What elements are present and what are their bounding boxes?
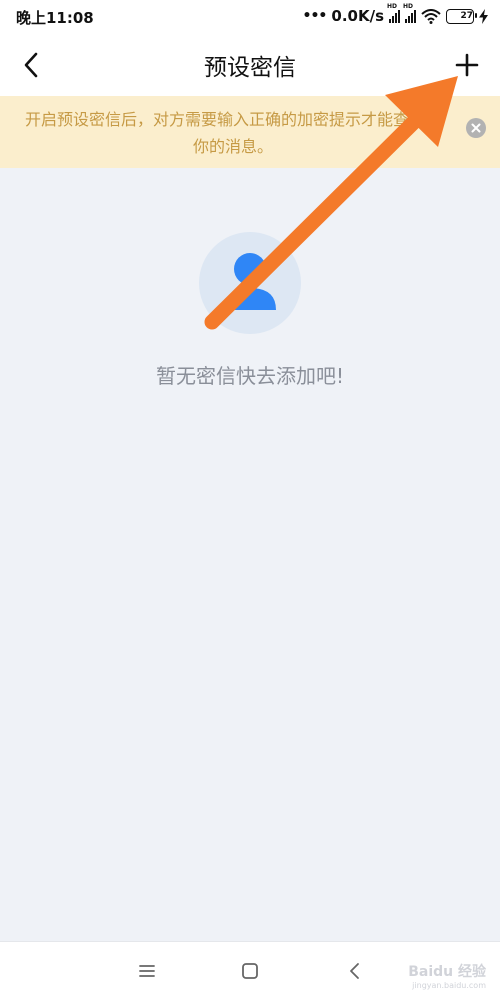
menu-button[interactable] xyxy=(134,958,160,984)
page-title: 预设密信 xyxy=(204,55,296,81)
menu-icon xyxy=(139,965,155,977)
wifi-icon xyxy=(421,8,441,24)
notice-banner: 开启预设密信后，对方需要输入正确的加密提示才能查看到你的消息。 xyxy=(0,96,500,168)
watermark-subtext: jingyan.baidu.com xyxy=(412,981,486,990)
plus-icon xyxy=(455,53,479,77)
signal-icon: HD xyxy=(387,3,400,23)
back-icon xyxy=(350,963,359,979)
system-back-button[interactable] xyxy=(342,958,368,984)
signal-icon-2: HD xyxy=(403,3,416,23)
status-indicators: ••• 0.0K/s HD HD 27 xyxy=(302,3,488,25)
empty-avatar xyxy=(199,232,301,334)
system-nav-bar: Baidu 经验 jingyan.baidu.com xyxy=(0,941,500,1000)
home-icon xyxy=(242,963,258,979)
home-button[interactable] xyxy=(237,958,263,984)
battery-level: 27 xyxy=(460,11,473,21)
notice-text: 开启预设密信后，对方需要输入正确的加密提示才能查看到你的消息。 xyxy=(24,110,441,156)
add-button[interactable] xyxy=(452,48,482,82)
network-speed: 0.0K/s xyxy=(331,7,384,25)
person-icon xyxy=(224,253,276,310)
empty-state: 暂无密信快去添加吧! xyxy=(0,232,500,402)
status-bar: 晚上11:08 ••• 0.0K/s HD HD 27 xyxy=(0,0,500,34)
close-icon xyxy=(471,123,481,133)
watermark: Baidu 经验 jingyan.baidu.com xyxy=(408,961,486,990)
notice-close-button[interactable] xyxy=(466,118,486,138)
charging-icon xyxy=(479,8,488,24)
nav-bar: 预设密信 xyxy=(0,34,500,96)
more-dots-icon: ••• xyxy=(302,8,328,24)
status-time: 晚上11:08 xyxy=(16,9,94,27)
watermark-text: Baidu 经验 xyxy=(408,964,486,980)
battery-icon: 27 xyxy=(446,8,477,24)
empty-message: 暂无密信快去添加吧! xyxy=(155,364,345,388)
